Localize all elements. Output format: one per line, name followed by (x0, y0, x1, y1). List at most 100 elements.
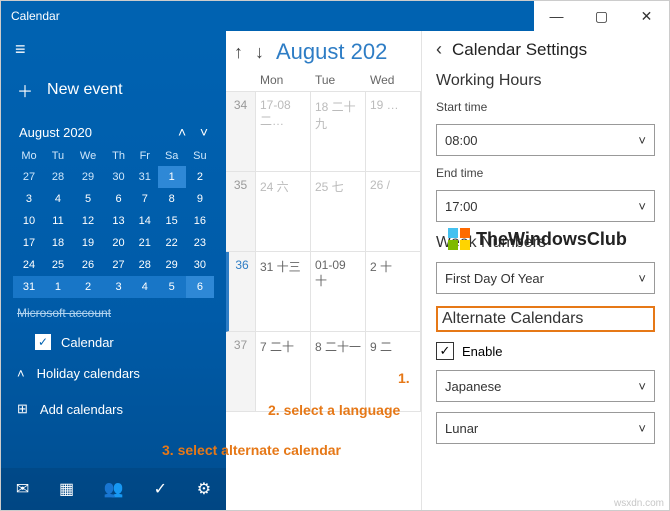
mini-day[interactable]: 22 (158, 232, 186, 254)
mini-day[interactable]: 11 (45, 210, 71, 232)
mini-day[interactable]: 27 (105, 254, 132, 276)
day-cell[interactable]: 31 十三 (256, 252, 311, 332)
mini-day[interactable]: 9 (186, 188, 214, 210)
day-cell[interactable]: 19 … (366, 92, 421, 172)
day-cell[interactable]: 24 六 (256, 172, 311, 252)
holiday-label: Holiday calendars (37, 366, 140, 381)
maximize-button[interactable]: ▢ (579, 1, 624, 31)
mini-day[interactable]: 16 (186, 210, 214, 232)
end-time-value: 17:00 (445, 199, 478, 214)
next-month-button[interactable]: ↓ (255, 42, 264, 63)
mini-day[interactable]: 20 (105, 232, 132, 254)
mini-day[interactable]: 29 (71, 166, 105, 188)
mini-day[interactable]: 31 (13, 276, 45, 298)
dow: Mo (13, 146, 45, 166)
mini-day[interactable]: 10 (13, 210, 45, 232)
mini-day[interactable]: 2 (186, 166, 214, 188)
day-cell[interactable]: 01-09 十 (311, 252, 366, 332)
mini-calendar-title[interactable]: August 2020 (19, 125, 92, 140)
close-button[interactable]: ✕ (624, 1, 669, 31)
day-cell[interactable]: 25 七 (311, 172, 366, 252)
mini-day[interactable]: 12 (71, 210, 105, 232)
mini-next-month-icon[interactable]: ˅ (200, 124, 208, 140)
mini-prev-month-icon[interactable]: ˄ (178, 124, 186, 140)
mini-day[interactable]: 27 (13, 166, 45, 188)
mini-day[interactable]: 3 (105, 276, 132, 298)
mini-day[interactable]: 25 (45, 254, 71, 276)
app-title: Calendar (1, 9, 60, 23)
mini-day[interactable]: 13 (105, 210, 132, 232)
back-icon[interactable]: ‹ (436, 39, 442, 60)
language-select[interactable]: Japanese ˅ (436, 370, 655, 402)
mini-day[interactable]: 5 (158, 276, 186, 298)
week-number: 34 (226, 92, 256, 172)
mini-day[interactable]: 2 (71, 276, 105, 298)
holiday-calendars-item[interactable]: ˄ Holiday calendars (1, 356, 226, 391)
mini-day[interactable]: 30 (186, 254, 214, 276)
settings-title: Calendar Settings (452, 40, 587, 60)
mini-day[interactable]: 19 (71, 232, 105, 254)
mini-day[interactable]: 6 (105, 188, 132, 210)
new-event-button[interactable]: ＋ New event (1, 68, 226, 120)
mini-day[interactable]: 5 (71, 188, 105, 210)
start-time-select[interactable]: 08:00 ˅ (436, 124, 655, 156)
mini-day[interactable]: 3 (13, 188, 45, 210)
add-calendars-item[interactable]: ⊞ Add calendars (1, 391, 226, 427)
title-bar: Calendar — ▢ ✕ (1, 1, 669, 31)
mini-day[interactable]: 30 (105, 166, 132, 188)
end-time-select[interactable]: 17:00 ˅ (436, 190, 655, 222)
add-calendars-label: Add calendars (40, 402, 123, 417)
week-numbers-heading: Week Numbers (436, 234, 655, 252)
mini-day[interactable]: 28 (132, 254, 158, 276)
mini-day[interactable]: 26 (71, 254, 105, 276)
week-numbers-value: First Day Of Year (445, 271, 544, 286)
day-cell[interactable]: 7 二十 (256, 332, 311, 412)
mini-day[interactable]: 6 (186, 276, 214, 298)
mini-day[interactable]: 4 (132, 276, 158, 298)
mini-day[interactable]: 29 (158, 254, 186, 276)
checkbox-checked-icon[interactable]: ✓ (436, 342, 454, 360)
week-numbers-select[interactable]: First Day Of Year ˅ (436, 262, 655, 294)
chevron-down-icon: ˅ (638, 379, 646, 394)
hamburger-icon[interactable]: ≡ (1, 31, 226, 68)
day-cell[interactable]: 26 / (366, 172, 421, 252)
mini-day[interactable]: 28 (45, 166, 71, 188)
day-cell[interactable]: 9 二 (366, 332, 421, 412)
month-title[interactable]: August 202 (276, 39, 387, 65)
calendar-type-select[interactable]: Lunar ˅ (436, 412, 655, 444)
day-cell[interactable]: 2 十 (366, 252, 421, 332)
plus-icon: ＋ (17, 78, 33, 102)
checkbox-checked-icon[interactable]: ✓ (35, 334, 51, 350)
mini-day[interactable]: 14 (132, 210, 158, 232)
enable-checkbox-row[interactable]: ✓ Enable (436, 342, 655, 360)
day-cell[interactable]: 8 二十一 (311, 332, 366, 412)
calendar-icon[interactable]: ▦ (59, 479, 74, 499)
calendar-checkbox-row[interactable]: ✓ Calendar (1, 328, 226, 356)
day-cell[interactable]: 17-08 二… (256, 92, 311, 172)
todo-icon[interactable]: ✓ (154, 479, 167, 499)
mini-day[interactable]: 1 (45, 276, 71, 298)
alternate-calendars-heading: Alternate Calendars (436, 306, 655, 332)
mini-day[interactable]: 8 (158, 188, 186, 210)
people-icon[interactable]: 👥 (104, 479, 124, 499)
settings-icon[interactable]: ⚙ (197, 479, 211, 499)
mail-icon[interactable]: ✉ (16, 479, 29, 499)
mini-day[interactable]: 15 (158, 210, 186, 232)
mini-day[interactable]: 21 (132, 232, 158, 254)
mini-day[interactable]: 4 (45, 188, 71, 210)
new-event-label: New event (47, 81, 123, 99)
chevron-down-icon: ˅ (638, 199, 646, 214)
mini-day[interactable]: 1 (158, 166, 186, 188)
day-cell[interactable]: 18 二十九 (311, 92, 366, 172)
chevron-up-icon: ˄ (17, 366, 25, 381)
minimize-button[interactable]: — (534, 1, 579, 31)
mini-day[interactable]: 17 (13, 232, 45, 254)
account-label[interactable]: Microsoft account (1, 298, 226, 328)
mini-day[interactable]: 7 (132, 188, 158, 210)
mini-calendar: August 2020 ˄ ˅ Mo Tu We Th Fr Sa Su (1, 120, 226, 298)
mini-day[interactable]: 31 (132, 166, 158, 188)
mini-day[interactable]: 24 (13, 254, 45, 276)
prev-month-button[interactable]: ↑ (234, 42, 243, 63)
mini-day[interactable]: 18 (45, 232, 71, 254)
mini-day[interactable]: 23 (186, 232, 214, 254)
